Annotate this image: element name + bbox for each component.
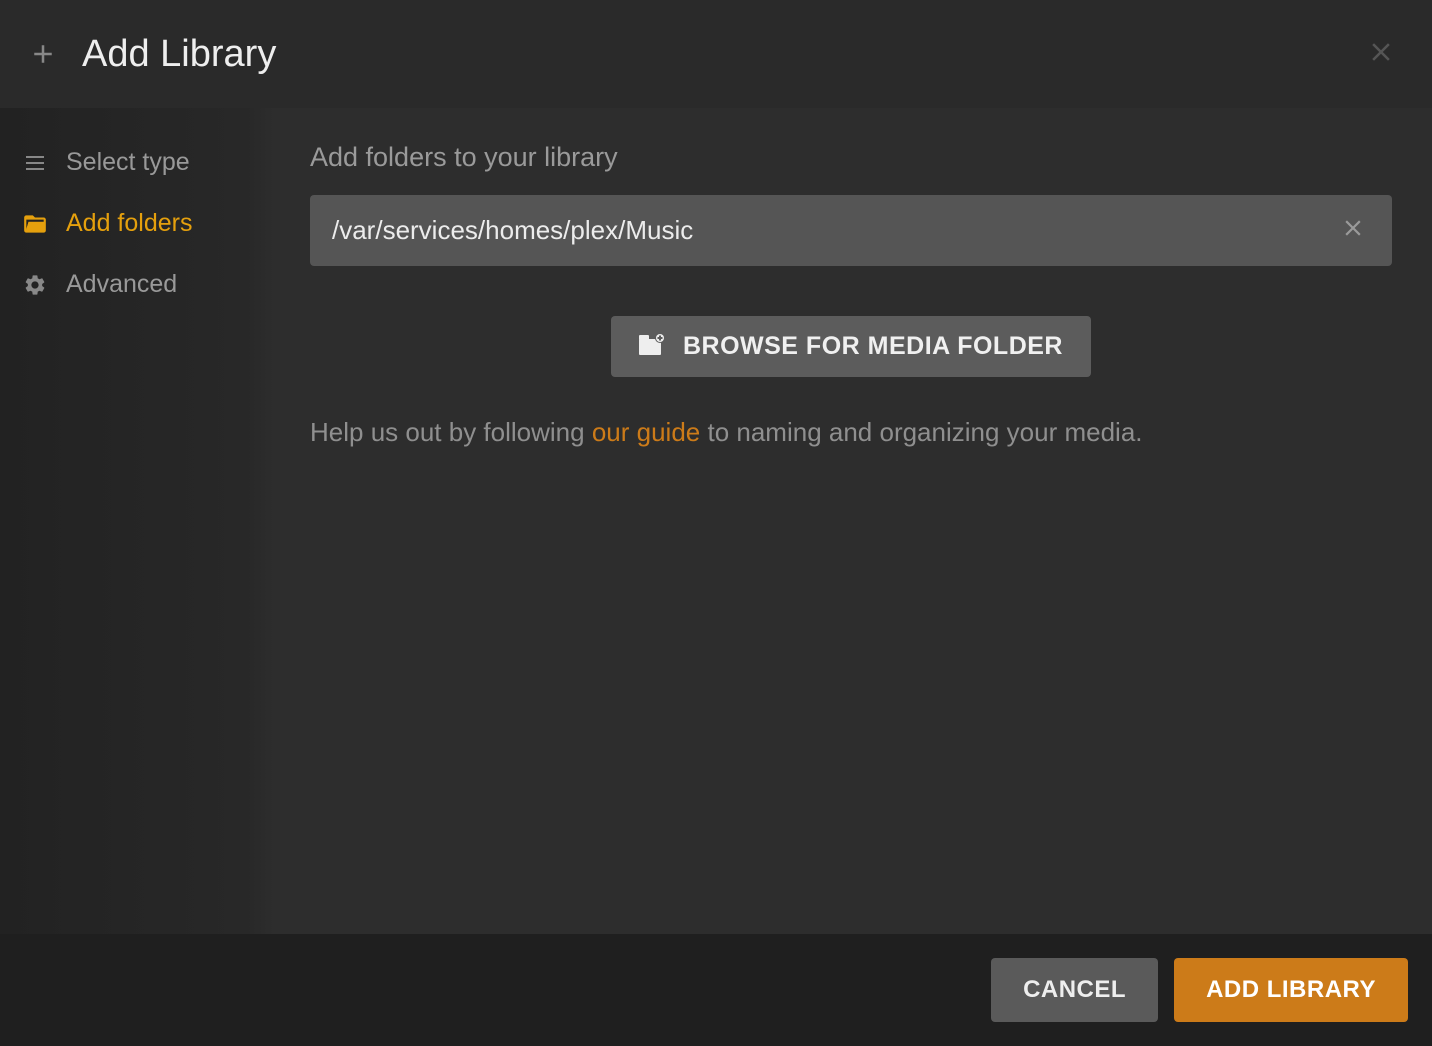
list-icon xyxy=(22,151,48,175)
close-button[interactable] xyxy=(1358,29,1404,80)
folder-row: /var/services/homes/plex/Music xyxy=(310,195,1392,266)
modal-title: Add Library xyxy=(82,33,276,76)
help-text-suffix: to naming and organizing your media. xyxy=(700,417,1142,447)
folder-open-icon xyxy=(22,211,48,237)
sidebar-item-select-type[interactable]: Select type xyxy=(0,132,274,193)
modal-header: Add Library xyxy=(0,0,1432,108)
browse-wrap: BROWSE FOR MEDIA FOLDER xyxy=(310,316,1392,377)
sidebar-item-label: Select type xyxy=(66,148,190,177)
modal-footer: CANCEL ADD LIBRARY xyxy=(0,934,1432,1046)
sidebar: Select type Add folders Advanced xyxy=(0,108,274,934)
help-guide-link[interactable]: our guide xyxy=(592,417,700,447)
sidebar-item-advanced[interactable]: Advanced xyxy=(0,254,274,315)
help-text-prefix: Help us out by following xyxy=(310,417,592,447)
main-heading: Add folders to your library xyxy=(310,142,1392,173)
add-library-modal: Add Library Select type Add folders xyxy=(0,0,1432,1046)
help-text: Help us out by following our guide to na… xyxy=(310,413,1392,452)
add-library-button[interactable]: ADD LIBRARY xyxy=(1174,958,1408,1022)
sidebar-item-label: Advanced xyxy=(66,270,177,299)
sidebar-item-add-folders[interactable]: Add folders xyxy=(0,193,274,254)
cancel-button[interactable]: CANCEL xyxy=(991,958,1158,1022)
main-panel: Add folders to your library /var/service… xyxy=(274,108,1432,934)
browse-button-label: BROWSE FOR MEDIA FOLDER xyxy=(683,332,1063,361)
folder-add-icon xyxy=(639,333,667,360)
remove-folder-button[interactable] xyxy=(1336,211,1370,250)
plus-icon xyxy=(28,39,58,69)
gear-icon xyxy=(22,273,48,297)
close-icon xyxy=(1340,215,1366,246)
browse-media-folder-button[interactable]: BROWSE FOR MEDIA FOLDER xyxy=(611,316,1091,377)
modal-body: Select type Add folders Advanced Add fol… xyxy=(0,108,1432,934)
sidebar-item-label: Add folders xyxy=(66,209,192,238)
folder-path: /var/services/homes/plex/Music xyxy=(332,215,1336,246)
close-icon xyxy=(1366,37,1396,72)
